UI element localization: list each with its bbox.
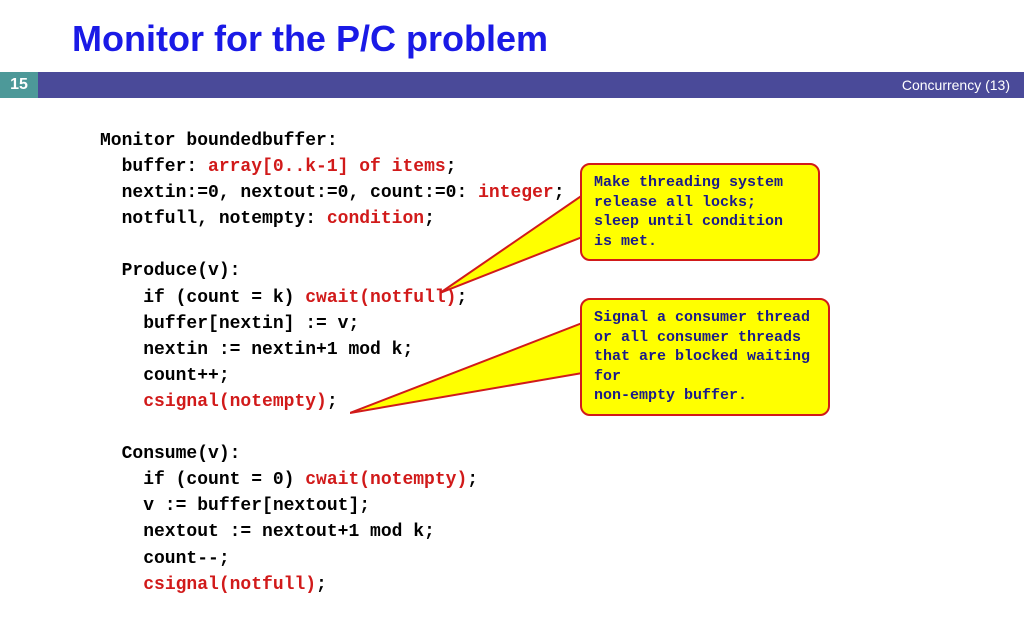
callout-text: non-empty buffer. (594, 387, 747, 404)
code-line: Consume(v): (100, 444, 240, 464)
code-keyword: csignal(notempty) (143, 392, 327, 412)
code-line: Produce(v): (100, 261, 240, 281)
code-text: ; (316, 575, 327, 595)
code-line: nextin := nextin+1 mod k; (100, 340, 413, 360)
callout-1: Make threading system release all locks;… (580, 163, 820, 261)
code-line (100, 392, 143, 412)
slide-title: Monitor for the P/C problem (0, 0, 1024, 72)
code-line: buffer[nextin] := v; (100, 314, 359, 334)
callout-text: Make threading system (594, 174, 783, 191)
code-text: ; (554, 183, 565, 203)
header-bar: 15 Concurrency (13) (0, 72, 1024, 98)
code-line (100, 575, 143, 595)
code-keyword: condition (327, 209, 424, 229)
callout-text: release all locks; (594, 194, 756, 211)
code-keyword: array[0..k-1] of items (208, 157, 446, 177)
callout-text: Signal a consumer thread (594, 309, 810, 326)
code-line: nextin:=0, nextout:=0, count:=0: (100, 183, 478, 203)
code-keyword: integer (478, 183, 554, 203)
code-block: Monitor boundedbuffer: buffer: array[0..… (0, 98, 1024, 598)
callout-text: or all consumer threads (594, 329, 801, 346)
code-text: ; (424, 209, 435, 229)
code-line: if (count = 0) (100, 470, 305, 490)
code-keyword: cwait(notfull) (305, 288, 456, 308)
code-line: v := buffer[nextout]; (100, 496, 370, 516)
code-line: if (count = k) (100, 288, 305, 308)
code-text: ; (446, 157, 457, 177)
code-text: ; (467, 470, 478, 490)
lecture-label: Concurrency (13) (902, 77, 1010, 93)
code-line: notfull, notempty: (100, 209, 327, 229)
code-text: ; (456, 288, 467, 308)
code-line: count--; (100, 549, 230, 569)
code-keyword: csignal(notfull) (143, 575, 316, 595)
code-keyword: cwait(notempty) (305, 470, 467, 490)
page-number: 15 (0, 72, 38, 98)
code-line: count++; (100, 366, 230, 386)
code-line: buffer: (100, 157, 208, 177)
callout-text: sleep until condition is met. (594, 213, 783, 250)
callout-text: that are blocked waiting for (594, 348, 810, 385)
code-line: Monitor boundedbuffer: (100, 131, 338, 151)
callout-2: Signal a consumer thread or all consumer… (580, 298, 830, 416)
code-text: ; (327, 392, 338, 412)
code-line: nextout := nextout+1 mod k; (100, 522, 435, 542)
